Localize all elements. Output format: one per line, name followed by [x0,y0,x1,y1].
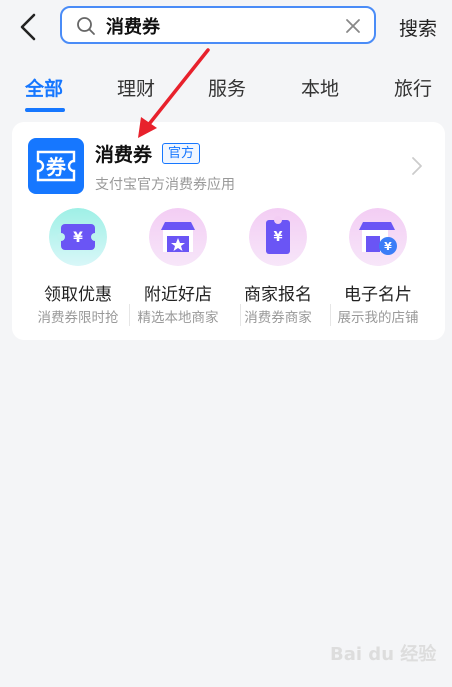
service-subtitle: 消费券商家 [244,310,312,326]
service-subtitle: 精选本地商家 [137,310,219,326]
service-subtitle: 展示我的店铺 [337,310,419,326]
service-subtitle: 消费券限时抢 [37,310,119,326]
official-badge: 官方 [162,143,201,164]
app-logo: 券 [28,138,84,194]
tab-finance[interactable]: 理财 [117,74,155,101]
chevron-right-icon [412,157,422,175]
watermark: Bai du 经验 [330,644,437,665]
service-title: 附近好店 [144,285,212,305]
search-input[interactable] [104,12,328,40]
service-title: 商家报名 [244,285,312,305]
service-merchant-signup[interactable]: ¥ 商家报名 消费券商家 [228,206,328,330]
app-description: 支付宝官方消费券应用 [95,177,235,193]
tab-services[interactable]: 服务 [208,74,246,101]
shop-card-icon: ¥ [349,208,407,266]
tab-local[interactable]: 本地 [301,74,339,101]
svg-text:券: 券 [45,155,67,179]
tab-travel[interactable]: 旅行 [394,74,432,101]
coupon-logo-icon: 券 [36,150,76,182]
search-box[interactable] [60,6,376,44]
storefront-star-icon [149,208,207,266]
close-icon[interactable] [344,17,362,35]
ticket-yen-icon: ¥ [249,208,307,266]
service-get-discount[interactable]: ¥ 领取优惠 消费券限时抢 [28,206,128,330]
service-grid: ¥ 领取优惠 消费券限时抢 附近好店 精选本地商家 ¥ 商家报名 消费券商家 ¥… [12,206,445,330]
svg-text:¥: ¥ [73,230,83,246]
coupon-icon: ¥ [49,208,107,266]
tab-all[interactable]: 全部 [25,74,63,101]
svg-text:¥: ¥ [384,240,392,253]
result-card: 券 消费券 官方 支付宝官方消费券应用 ¥ 领取优惠 消费券限时抢 附近好店 精… [12,122,445,340]
category-tabs: 全部 理财 服务 本地 旅行 [0,70,452,114]
svg-text:¥: ¥ [273,230,282,245]
service-title: 领取优惠 [44,285,112,305]
search-icon [77,17,95,35]
app-result-row[interactable]: 券 消费券 官方 支付宝官方消费券应用 [12,122,445,202]
chevron-left-icon[interactable] [14,12,42,42]
top-bar: 搜索 [0,0,452,56]
active-tab-indicator [25,108,65,112]
service-nearby-shops[interactable]: 附近好店 精选本地商家 [128,206,228,330]
app-name: 消费券 [95,144,153,166]
service-title: 电子名片 [344,285,412,305]
search-button[interactable]: 搜索 [399,14,437,41]
service-business-card[interactable]: ¥ 电子名片 展示我的店铺 [328,206,428,330]
